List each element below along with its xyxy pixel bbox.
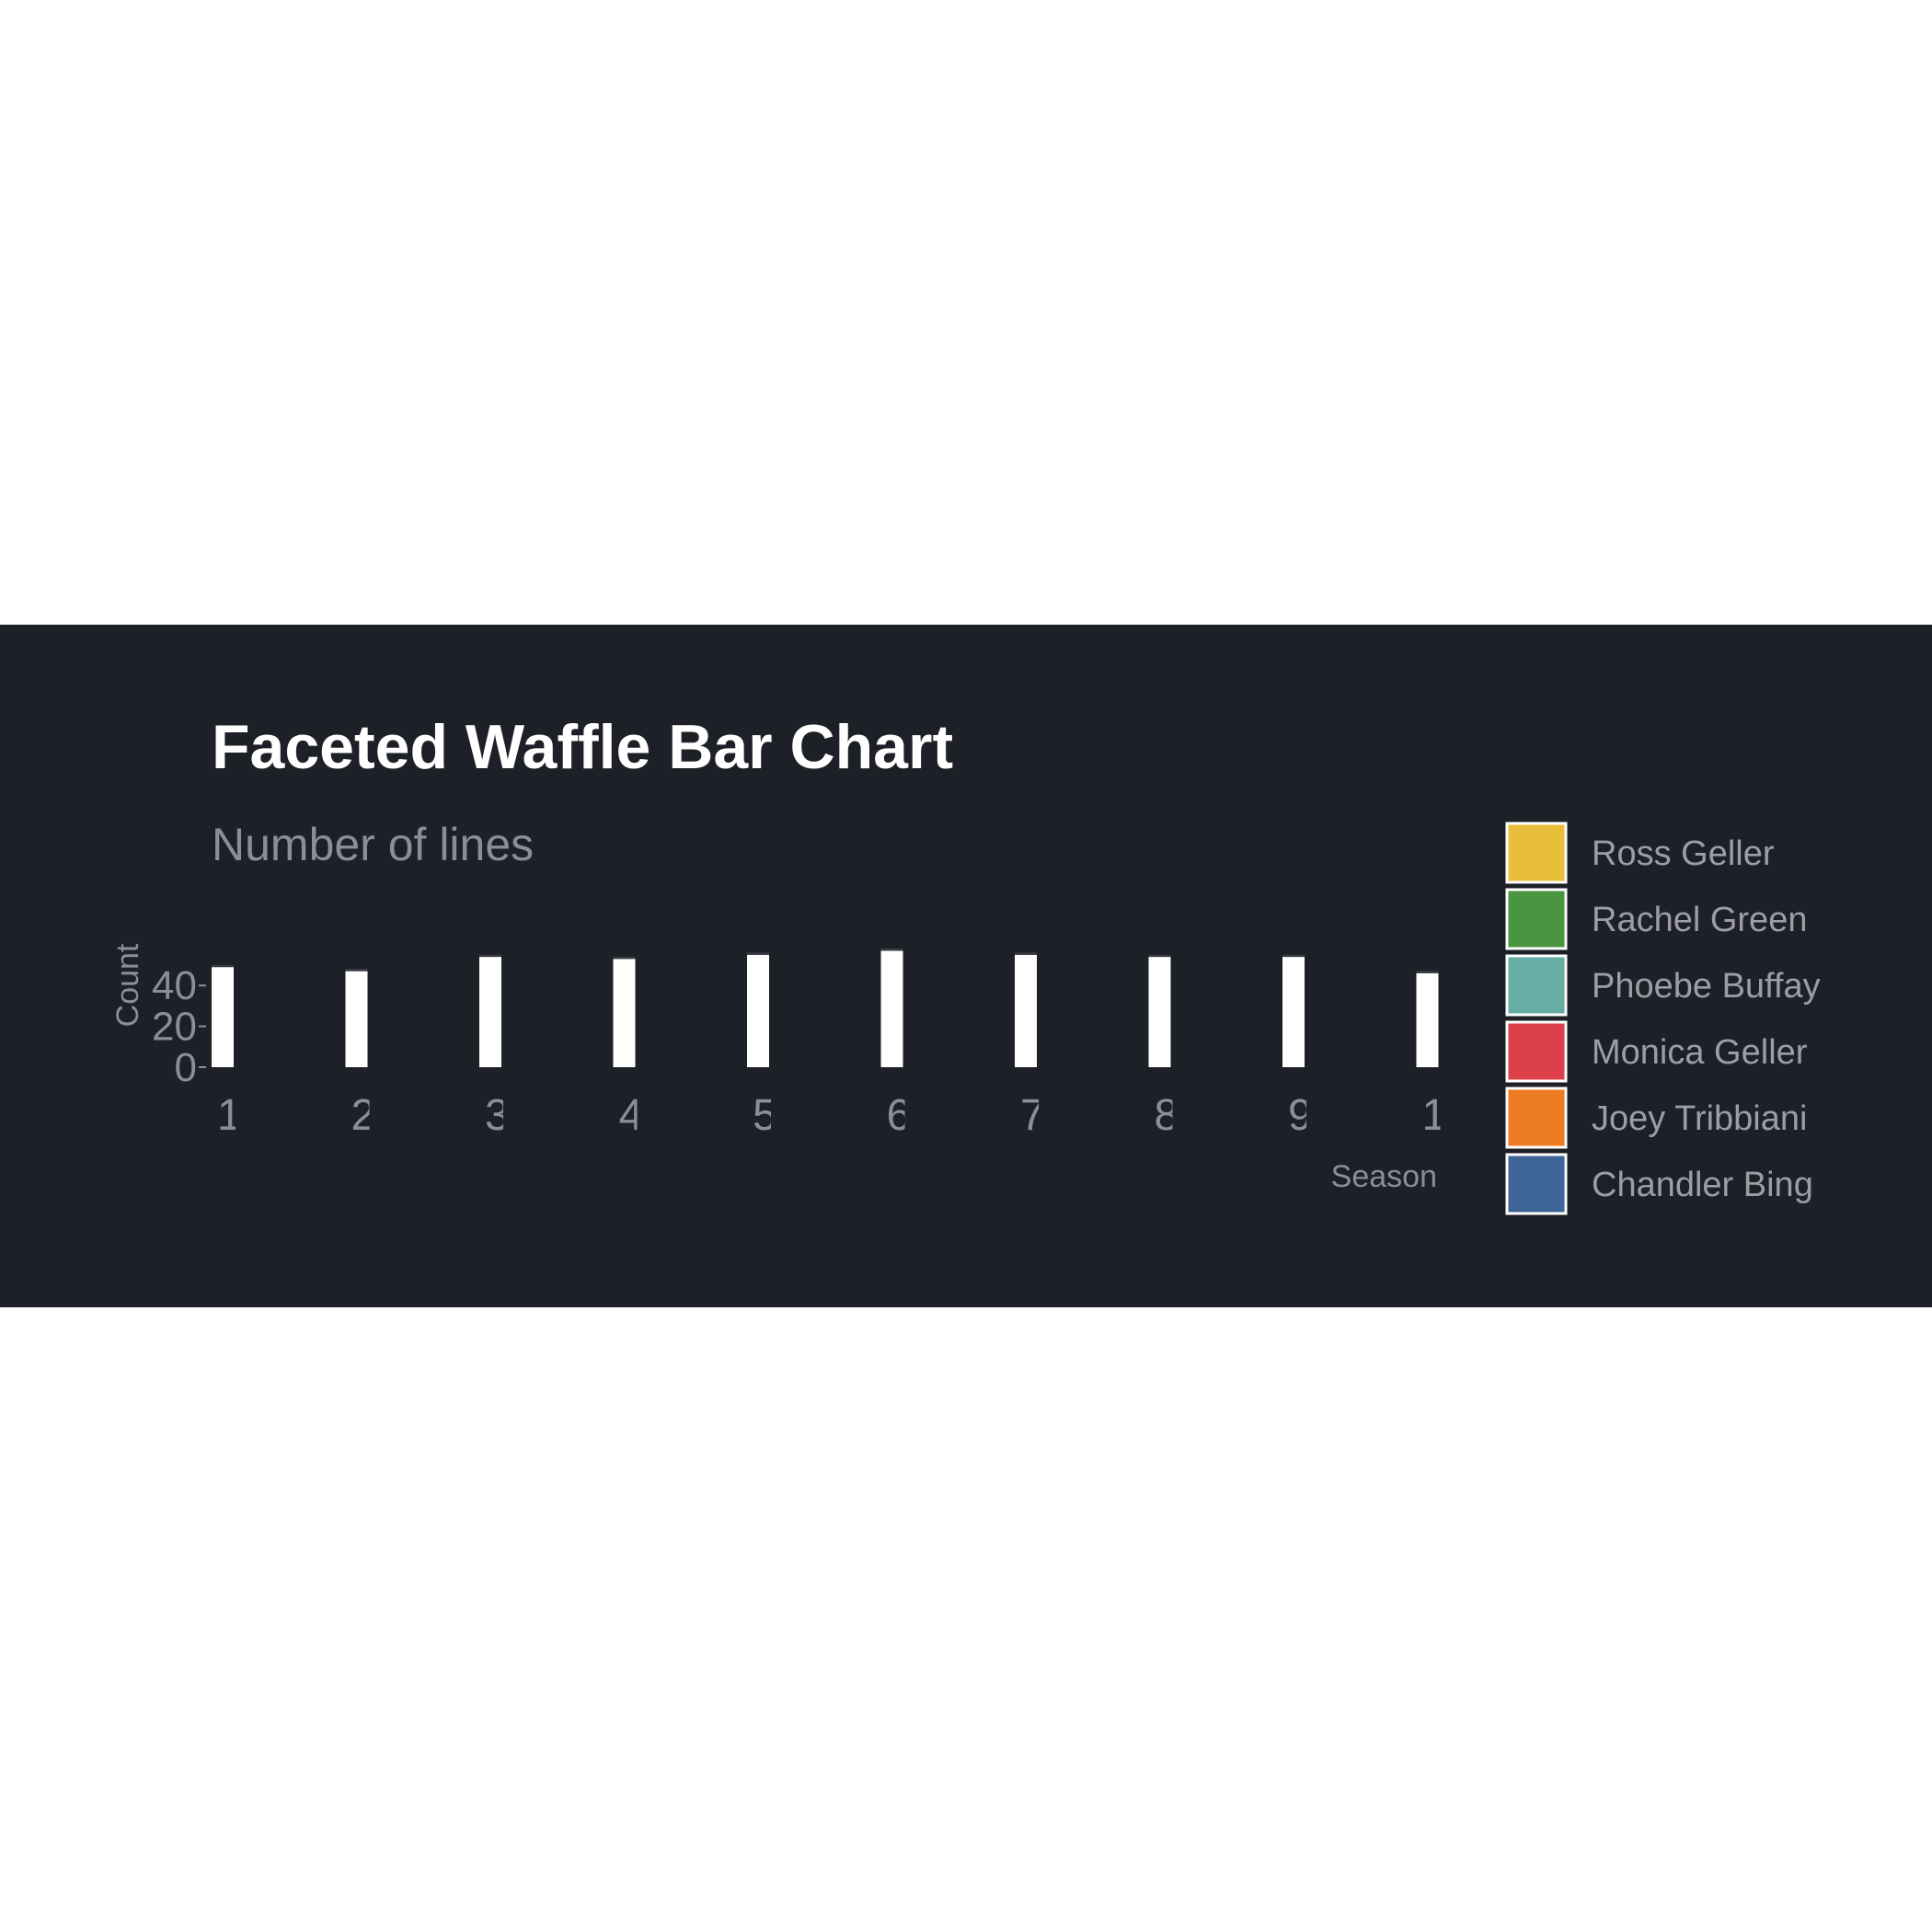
chart-title: Faceted Waffle Bar Chart: [212, 712, 953, 782]
x-tick-label: 3: [485, 1091, 510, 1140]
legend-label: Joey Tribbiani: [1592, 1099, 1807, 1138]
legend-label: Ross Geller: [1592, 834, 1775, 873]
bar: [212, 967, 234, 1067]
y-axis-label: Count: [110, 943, 145, 1027]
chart-panel: Faceted Waffle Bar Chart Number of lines…: [0, 625, 1932, 1307]
legend-label: Phoebe Buffay: [1592, 967, 1821, 1006]
y-axis: 02040: [152, 963, 206, 1090]
legend-swatch: [1505, 1153, 1568, 1215]
bar: [1282, 957, 1305, 1067]
y-tick-label: 0: [175, 1045, 197, 1090]
legend-swatch: [1505, 888, 1568, 950]
bars: [212, 948, 1439, 1067]
legend-label: Monica Geller: [1592, 1033, 1808, 1072]
x-tick-label: 5: [753, 1091, 777, 1140]
bar: [613, 959, 636, 1067]
bar: [479, 957, 501, 1067]
x-tick-label: 8: [1155, 1091, 1179, 1140]
bar: [1015, 954, 1037, 1067]
legend-label: Chandler Bing: [1592, 1166, 1813, 1204]
x-tick-label: 6: [887, 1091, 912, 1140]
legend-swatch: [1505, 822, 1568, 884]
x-tick-label: 10: [1422, 1091, 1471, 1140]
bar: [1148, 957, 1171, 1067]
legend-swatch: [1505, 954, 1568, 1017]
bar: [1416, 972, 1439, 1067]
x-tick-label: 2: [351, 1091, 376, 1140]
x-axis: 1 2 3 4 5 6 7 8 9 10: [217, 1091, 1471, 1140]
x-tick-label: 9: [1288, 1091, 1313, 1140]
bar: [345, 971, 368, 1067]
x-axis-label: Season: [1331, 1159, 1437, 1194]
legend: Ross Geller Rachel Green Phoebe Buffay Moni…: [1505, 822, 1821, 1215]
chart-subtitle: Number of lines: [212, 819, 534, 870]
x-tick-label: 4: [619, 1091, 644, 1140]
x-tick-label: 7: [1020, 1091, 1045, 1140]
legend-swatch: [1505, 1087, 1568, 1149]
chart-svg: Faceted Waffle Bar Chart Number of lines…: [110, 712, 1821, 1215]
legend-label: Rachel Green: [1592, 901, 1807, 939]
bar: [747, 954, 769, 1067]
bar: [880, 950, 903, 1067]
legend-swatch: [1505, 1020, 1568, 1083]
x-tick-label: 1: [217, 1091, 242, 1140]
y-tick-label: 20: [152, 1005, 197, 1050]
y-tick-label: 40: [152, 963, 197, 1008]
